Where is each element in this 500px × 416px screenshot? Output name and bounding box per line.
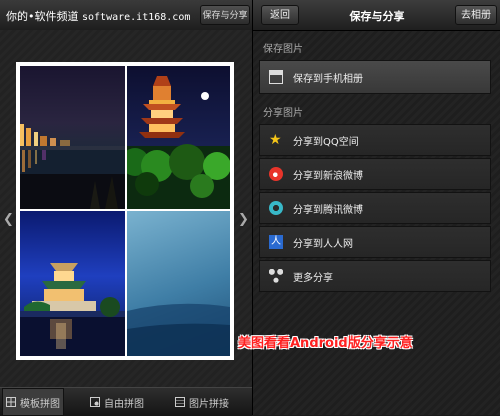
share-qzone-item[interactable]: ★ 分享到QQ空间 xyxy=(259,124,491,156)
collage-editor-panel: 你的•软件频道 software.it168.com 保存与分享 ❮ ❯ 模板拼… xyxy=(0,0,252,416)
share-sina-weibo-item[interactable]: 分享到新浪微博 xyxy=(259,158,491,190)
prev-arrow-icon[interactable]: ❮ xyxy=(3,212,14,227)
tab-free-collage[interactable]: 自由拼图 xyxy=(90,388,144,416)
collage-photo-palace-tower[interactable] xyxy=(20,211,125,356)
watermark-site: 软件频道 xyxy=(34,10,79,23)
next-arrow-icon[interactable]: ❯ xyxy=(238,212,249,227)
share-qzone-label: 分享到QQ空间 xyxy=(293,136,359,148)
right-top-bar: 返回 保存与分享 去相册 xyxy=(253,0,500,31)
sina-weibo-icon xyxy=(269,167,283,181)
save-section-title: 保存图片 xyxy=(263,44,303,55)
save-to-album-button[interactable]: 保存到手机相册 xyxy=(259,60,491,94)
share-sina-weibo-label: 分享到新浪微博 xyxy=(293,170,363,182)
share-tencent-weibo-label: 分享到腾讯微博 xyxy=(293,204,363,216)
collage-photo-blue-sky[interactable] xyxy=(127,211,230,356)
city-night-image xyxy=(20,124,125,209)
share-renren-item[interactable]: 人 分享到人人网 xyxy=(259,226,491,258)
palace-tower-image xyxy=(20,263,125,356)
watermark-url: software.it168.com xyxy=(82,12,191,23)
save-share-button[interactable]: 保存与分享 xyxy=(200,5,250,25)
more-share-icon xyxy=(269,269,283,283)
share-more-item[interactable]: 更多分享 xyxy=(259,260,491,292)
image-stitch-icon xyxy=(175,397,185,407)
collage-mode-bar: 模板拼图 自由拼图 图片拼接 xyxy=(0,387,252,416)
floppy-disk-icon xyxy=(269,70,283,84)
save-to-album-label: 保存到手机相册 xyxy=(293,73,363,85)
share-section-title: 分享图片 xyxy=(263,108,303,119)
go-album-button[interactable]: 去相册 xyxy=(455,5,497,25)
share-renren-label: 分享到人人网 xyxy=(293,238,353,250)
tab-image-stitch[interactable]: 图片拼接 xyxy=(175,388,229,416)
free-collage-icon xyxy=(90,397,100,407)
collage-photo-city-night[interactable] xyxy=(20,66,125,209)
share-more-label: 更多分享 xyxy=(293,272,333,284)
qzone-star-icon: ★ xyxy=(269,132,282,148)
photo-collage[interactable] xyxy=(16,62,234,360)
save-share-panel: 返回 保存与分享 去相册 保存图片 保存到手机相册 分享图片 ★ 分享到QQ空间… xyxy=(252,0,500,415)
tab-template-label: 模板拼图 xyxy=(20,398,60,410)
share-tencent-weibo-item[interactable]: 分享到腾讯微博 xyxy=(259,192,491,224)
feature-caption: 美图看看Android版分享示意 xyxy=(238,336,413,351)
tab-template-collage[interactable]: 模板拼图 xyxy=(2,388,64,416)
tencent-weibo-icon xyxy=(269,201,283,215)
tab-stitch-label: 图片拼接 xyxy=(189,398,229,410)
left-top-bar: 你的•软件频道 software.it168.com 保存与分享 xyxy=(0,0,252,30)
watermark-prefix: 你的 xyxy=(6,10,28,23)
collage-photo-pagoda-moon[interactable] xyxy=(127,66,230,209)
blue-sky-image xyxy=(127,303,230,356)
watermark: 你的•软件频道 software.it168.com xyxy=(6,8,190,24)
tab-free-label: 自由拼图 xyxy=(104,398,144,410)
template-grid-icon xyxy=(6,397,16,407)
pagoda-moon-image xyxy=(127,76,230,209)
renren-icon: 人 xyxy=(269,235,283,249)
